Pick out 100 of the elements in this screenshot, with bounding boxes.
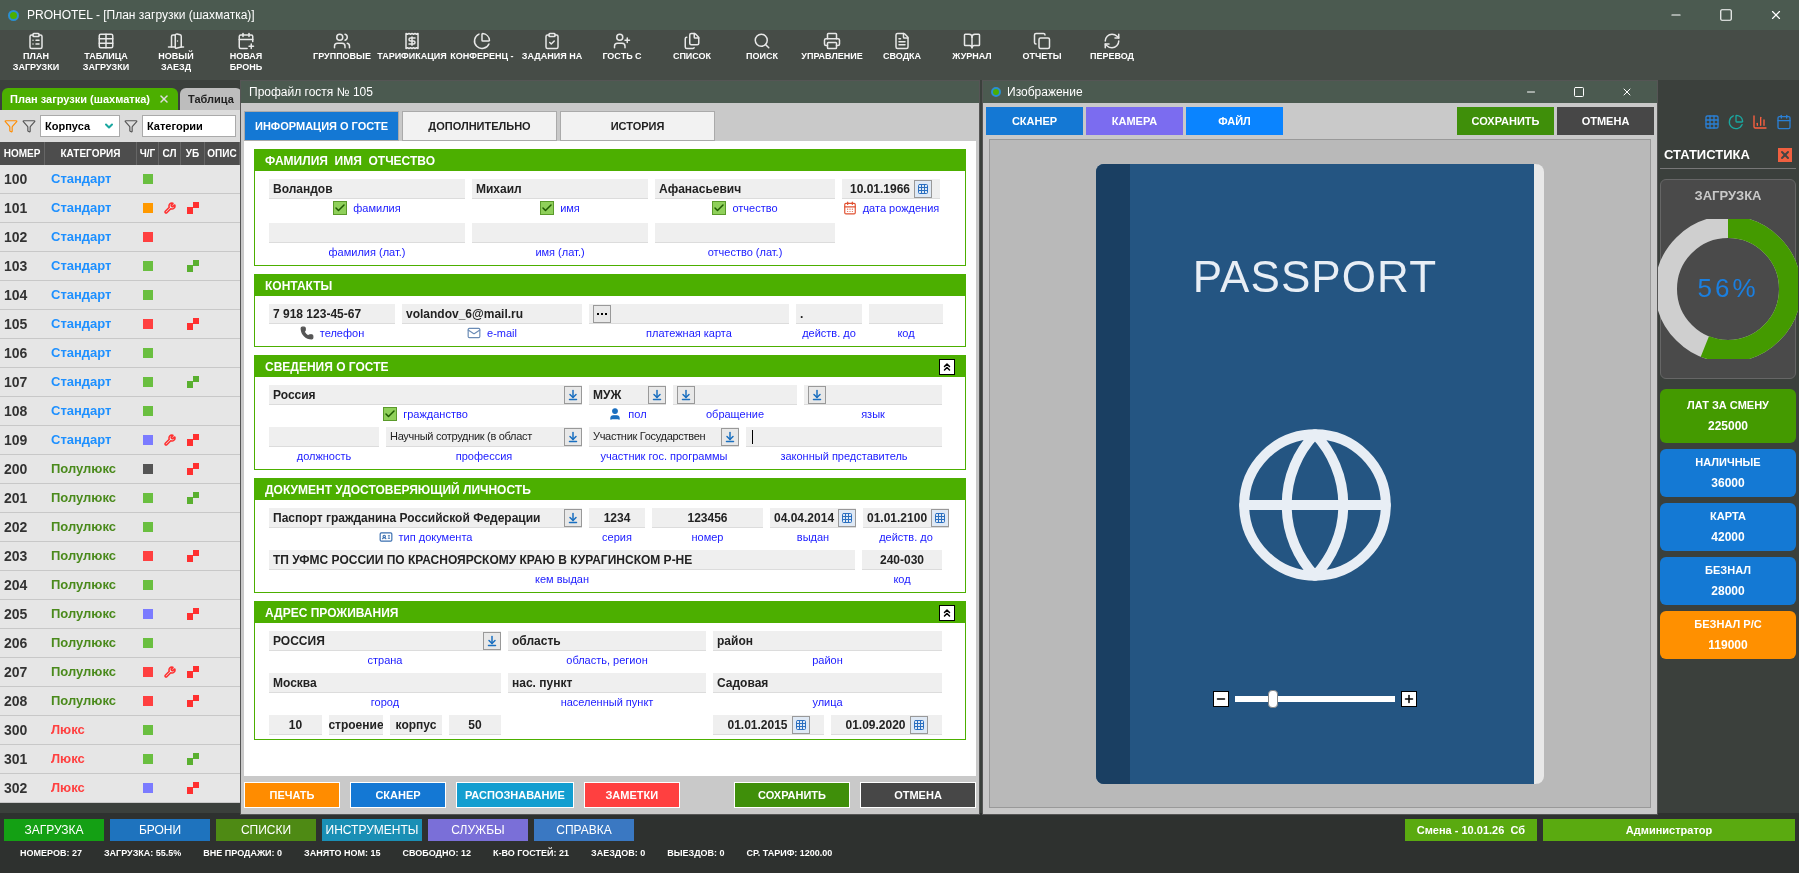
toolbar-button[interactable]: ГРУППОВЫЕ bbox=[310, 32, 374, 61]
input-field[interactable]: строение bbox=[329, 715, 383, 735]
input-field[interactable]: Михаил bbox=[472, 179, 648, 199]
dropdown-button[interactable] bbox=[648, 385, 666, 404]
grid-icon[interactable] bbox=[1704, 114, 1720, 130]
pie-chart-icon[interactable] bbox=[1728, 114, 1744, 130]
table-row[interactable]: 208 Полулюкс bbox=[0, 687, 240, 716]
toolbar-button[interactable]: КОНФЕРЕНЦ - bbox=[450, 32, 514, 61]
input-field[interactable] bbox=[589, 304, 789, 324]
input-field[interactable]: Афанасьевич bbox=[655, 179, 835, 199]
maximize-icon[interactable] bbox=[1719, 8, 1733, 22]
table-row[interactable]: 109 Стандарт bbox=[0, 426, 240, 455]
dropdown-field[interactable]: Категории bbox=[142, 115, 236, 137]
input-field[interactable]: 10 bbox=[269, 715, 322, 735]
close-icon[interactable] bbox=[1621, 86, 1633, 98]
footer-button[interactable]: ОТМЕНА bbox=[860, 782, 976, 808]
input-field[interactable] bbox=[869, 304, 943, 324]
input-field[interactable]: 240-030 bbox=[862, 550, 942, 570]
filter-icon[interactable] bbox=[22, 119, 36, 133]
table-row[interactable]: 101 Стандарт bbox=[0, 194, 240, 223]
dropdown-button[interactable] bbox=[483, 631, 501, 650]
zoom-slider[interactable] bbox=[1235, 689, 1395, 708]
source-button[interactable]: КАМЕРА bbox=[1086, 107, 1183, 135]
table-row[interactable]: 203 Полулюкс bbox=[0, 542, 240, 571]
date-field[interactable]: 10.01.1966 bbox=[842, 179, 940, 199]
dropdown-button[interactable] bbox=[808, 385, 826, 404]
table-row[interactable]: 201 Полулюкс bbox=[0, 484, 240, 513]
close-icon[interactable] bbox=[1769, 8, 1783, 22]
toolbar-button[interactable]: СПИСОК bbox=[660, 32, 724, 61]
dropdown-button[interactable] bbox=[564, 427, 582, 446]
toolbar-button[interactable]: НОВЫЙ ЗАЕЗД bbox=[144, 32, 208, 72]
input-field[interactable]: область bbox=[508, 631, 706, 651]
input-field[interactable] bbox=[269, 427, 379, 447]
collapse-button[interactable] bbox=[939, 358, 955, 375]
date-field[interactable]: 04.04.2014 bbox=[770, 508, 856, 528]
table-row[interactable]: 106 Стандарт bbox=[0, 339, 240, 368]
table-row[interactable]: 108 Стандарт bbox=[0, 397, 240, 426]
toolbar-button[interactable]: ГОСТЬ С bbox=[590, 32, 654, 61]
calendar-button[interactable] bbox=[791, 715, 810, 734]
input-field[interactable]: Садовая bbox=[713, 673, 942, 693]
input-field[interactable]: Воландов bbox=[269, 179, 465, 199]
table-row[interactable]: 104 Стандарт bbox=[0, 281, 240, 310]
bar-chart-icon[interactable] bbox=[1752, 114, 1768, 130]
input-field[interactable] bbox=[746, 427, 942, 447]
input-field[interactable]: район bbox=[713, 631, 942, 651]
toolbar-button[interactable]: УПРАВЛЕНИЕ bbox=[800, 32, 864, 61]
nav-button[interactable]: СПРАВКА bbox=[534, 819, 634, 841]
toolbar-button[interactable]: НОВАЯ БРОНЬ bbox=[214, 32, 278, 72]
dropdown-button[interactable] bbox=[564, 508, 582, 527]
checkbox[interactable] bbox=[383, 407, 398, 421]
zoom-out-button[interactable] bbox=[1213, 690, 1229, 707]
dropdown-button[interactable] bbox=[677, 385, 695, 404]
input-field[interactable] bbox=[655, 223, 835, 243]
calendar-button[interactable] bbox=[838, 508, 856, 527]
dropdown-field[interactable]: МУЖ bbox=[589, 385, 666, 405]
table-row[interactable]: 301 Люкс bbox=[0, 745, 240, 774]
source-button[interactable]: ФАЙЛ bbox=[1186, 107, 1283, 135]
checkbox[interactable] bbox=[712, 201, 727, 215]
zoom-in-button[interactable] bbox=[1401, 690, 1417, 707]
nav-button[interactable]: СЛУЖБЫ bbox=[428, 819, 528, 841]
tab[interactable]: ДОПОЛНИТЕЛЬНО bbox=[402, 111, 557, 141]
tab[interactable]: ИНФОРМАЦИЯ О ГОСТЕ bbox=[244, 111, 399, 141]
slider-thumb[interactable] bbox=[1268, 689, 1278, 708]
input-field[interactable] bbox=[269, 223, 465, 243]
dropdown-field[interactable]: РОССИЯ bbox=[269, 631, 501, 651]
toolbar-button[interactable]: ПЛАН ЗАГРУЗКИ bbox=[4, 32, 68, 72]
calendar-button[interactable] bbox=[931, 508, 949, 527]
maximize-icon[interactable] bbox=[1573, 86, 1585, 98]
input-field[interactable]: volandov_6@mail.ru bbox=[402, 304, 582, 324]
table-row[interactable]: 302 Люкс bbox=[0, 774, 240, 803]
input-field[interactable]: Москва bbox=[269, 673, 501, 693]
action-button[interactable]: ОТМЕНА bbox=[1557, 107, 1654, 135]
table-row[interactable]: 300 Люкс bbox=[0, 716, 240, 745]
table-row[interactable]: 200 Полулюкс bbox=[0, 455, 240, 484]
input-field[interactable]: ТП УФМС РОССИИ ПО КРАСНОЯРСКОМУ КРАЮ В КУРАГИНСКОМ Р-НЕ bbox=[269, 550, 855, 570]
dropdown-field[interactable]: Паспорт гражданина Российской Федерации bbox=[269, 508, 582, 528]
dropdown-field[interactable]: Научный сотрудник (в област bbox=[386, 427, 582, 447]
calendar-icon[interactable] bbox=[1776, 114, 1792, 130]
input-field[interactable]: . bbox=[796, 304, 862, 324]
input-field[interactable]: 1234 bbox=[589, 508, 645, 528]
footer-button[interactable]: СОХРАНИТЬ bbox=[734, 782, 850, 808]
dropdown-field[interactable] bbox=[804, 385, 942, 405]
dropdown-field[interactable]: Корпуса bbox=[40, 115, 120, 137]
input-field[interactable]: 50 bbox=[449, 715, 501, 735]
nav-button[interactable]: БРОНИ bbox=[110, 819, 210, 841]
table-row[interactable]: 105 Стандарт bbox=[0, 310, 240, 339]
more-button[interactable] bbox=[593, 304, 611, 323]
table-row[interactable]: 206 Полулюкс bbox=[0, 629, 240, 658]
filter-icon[interactable] bbox=[124, 119, 138, 133]
close-button[interactable] bbox=[1778, 147, 1792, 162]
nav-button[interactable]: СПИСКИ bbox=[216, 819, 316, 841]
checkbox[interactable] bbox=[540, 201, 555, 215]
dropdown-field[interactable]: Россия bbox=[269, 385, 582, 405]
table-row[interactable]: 102 Стандарт bbox=[0, 223, 240, 252]
dropdown-button[interactable] bbox=[721, 427, 739, 446]
checkbox[interactable] bbox=[333, 201, 348, 215]
input-field[interactable]: 7 918 123-45-67 bbox=[269, 304, 395, 324]
input-field[interactable]: 123456 bbox=[652, 508, 763, 528]
input-field[interactable]: нас. пункт bbox=[508, 673, 706, 693]
input-field[interactable]: корпус bbox=[390, 715, 442, 735]
